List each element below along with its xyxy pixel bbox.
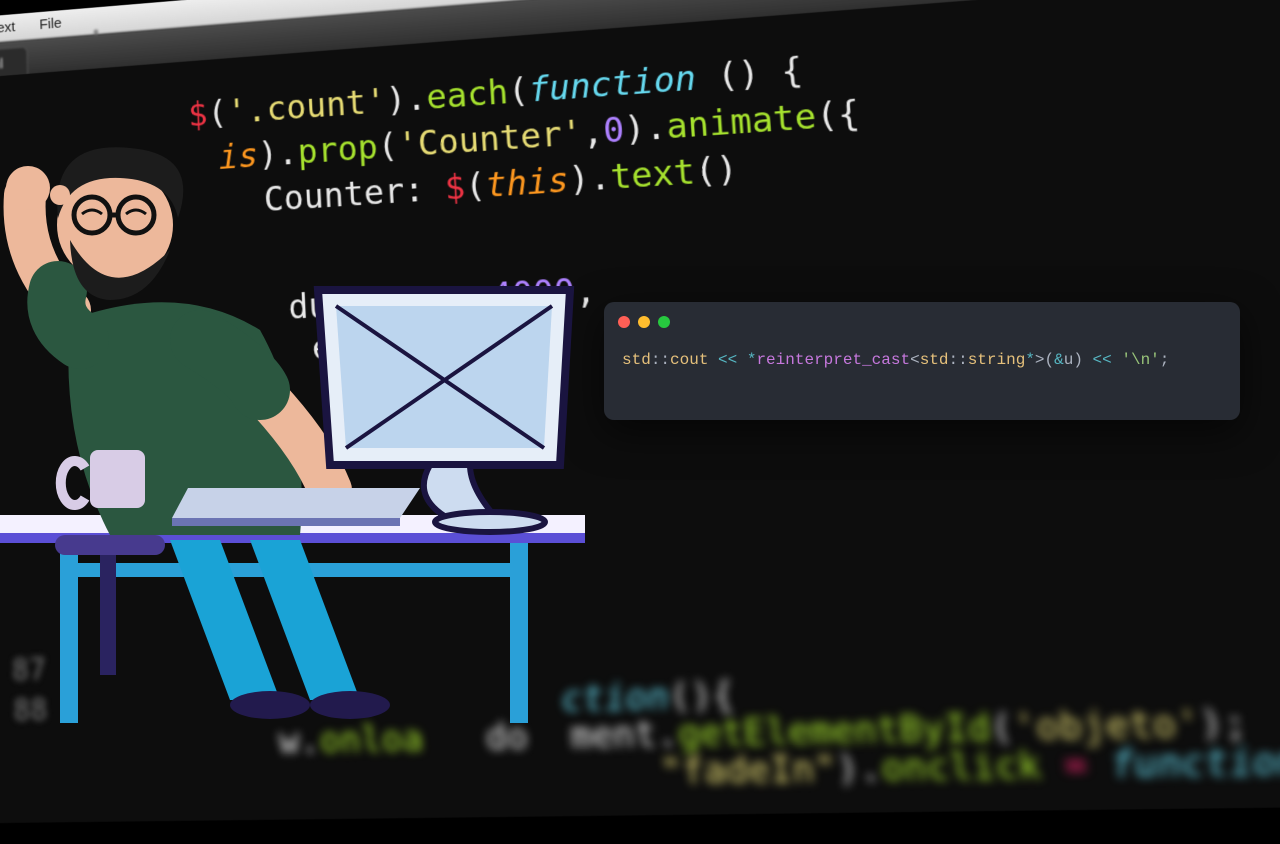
mug-handle <box>61 461 85 505</box>
keyboard <box>172 488 420 518</box>
shoe <box>230 691 310 719</box>
tab-filename: e.html <box>0 56 3 74</box>
programmer-illustration <box>0 140 590 730</box>
menubar-app-name: …e Text <box>0 19 16 39</box>
minimize-icon <box>638 316 650 328</box>
cpp-code: std::cout << *reinterpret_cast<std::stri… <box>622 350 1169 370</box>
hand <box>6 166 50 210</box>
raised-sleeve <box>56 290 80 340</box>
window-traffic-lights <box>618 316 670 328</box>
zoom-icon <box>658 316 670 328</box>
coffee-mug <box>90 450 145 508</box>
cpp-snippet-window: std::cout << *reinterpret_cast<std::stri… <box>604 302 1240 420</box>
chair-post <box>100 555 116 675</box>
shoe <box>310 691 390 719</box>
close-icon <box>618 316 630 328</box>
chair-seat <box>55 535 165 555</box>
keyboard-edge <box>172 518 400 526</box>
ear <box>50 185 70 205</box>
menubar-file-menu: File <box>39 15 62 33</box>
